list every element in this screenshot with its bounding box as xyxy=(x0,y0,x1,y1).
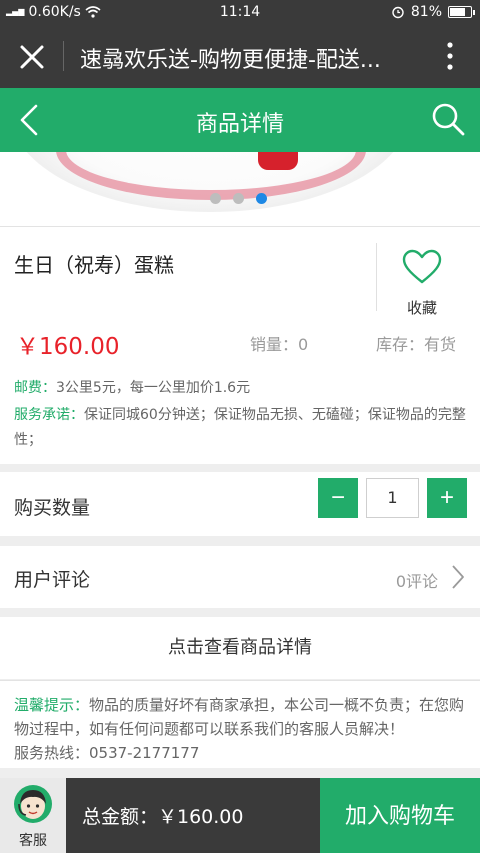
service-hotline: 服务热线：0537-2177177 xyxy=(14,744,200,762)
app-bar: 商品详情 xyxy=(0,88,480,152)
customer-service-button[interactable]: 客服 xyxy=(0,778,66,853)
promise-label: 服务承诺： xyxy=(14,407,84,423)
alarm-icon xyxy=(392,6,404,19)
favorite-button[interactable]: 收藏 xyxy=(380,245,464,325)
page-title: 商品详情 xyxy=(195,112,284,137)
shipping-label: 邮费： xyxy=(14,380,56,396)
favorite-label: 收藏 xyxy=(406,299,437,317)
quantity-input[interactable]: 1 xyxy=(366,478,419,518)
service-label: 客服 xyxy=(19,833,47,849)
cake-ribbon-decoration xyxy=(258,152,298,170)
product-card: 生日（祝寿）蛋糕 收藏 ￥160.00 销量：0 库存：有货 邮费：3公里5元，… xyxy=(0,226,480,464)
favorite-divider xyxy=(376,243,377,311)
reviews-count: 0评论 xyxy=(395,572,438,591)
search-icon[interactable] xyxy=(430,101,466,137)
more-icon[interactable] xyxy=(438,39,462,73)
tips-notice: 温馨提示：物品的质量好坏有商家承担，本公司一概不负责；在您购物过程中，如有任何问… xyxy=(0,680,480,768)
close-icon[interactable] xyxy=(14,39,50,75)
quantity-decrease-button[interactable]: − xyxy=(318,478,358,518)
carousel-dot[interactable] xyxy=(210,193,221,204)
header-divider xyxy=(63,41,64,71)
product-name: 生日（祝寿）蛋糕 xyxy=(14,253,174,277)
tips-label: 温馨提示： xyxy=(14,696,90,714)
browser-title: 速骉欢乐送-购物更便捷-配送... xyxy=(80,48,381,73)
carousel-dots xyxy=(210,193,267,204)
status-right: 81% xyxy=(391,4,475,20)
status-bar: ▂▄▆ 0.60K/s 11:14 81% xyxy=(0,0,480,25)
heart-icon xyxy=(402,249,442,284)
quantity-label: 购买数量 xyxy=(14,497,91,519)
product-price: ￥160.00 xyxy=(16,334,120,360)
battery-fill xyxy=(450,8,465,16)
quantity-increase-button[interactable]: + xyxy=(427,478,467,518)
shipping-text: 3公里5元，每一公里加价1.6元 xyxy=(56,380,251,396)
product-image-carousel[interactable] xyxy=(0,152,480,226)
carousel-dot-active[interactable] xyxy=(256,193,267,204)
add-to-cart-button[interactable]: 加入购物车 xyxy=(320,778,480,853)
carousel-dot[interactable] xyxy=(233,193,244,204)
browser-header: 速骉欢乐送-购物更便捷-配送... xyxy=(0,25,480,88)
service-avatar-icon xyxy=(14,785,52,823)
reviews-label: 用户评论 xyxy=(14,569,91,591)
total-amount: 总金额：￥160.00 xyxy=(82,806,244,828)
product-stock: 库存：有货 xyxy=(376,335,457,354)
user-reviews-row[interactable]: 用户评论 0评论 xyxy=(0,546,480,608)
battery-icon xyxy=(448,6,475,18)
battery-percent: 81% xyxy=(410,4,442,20)
service-promise: 服务承诺：保证同城60分钟送；保证物品无损、无磕碰；保证物品的完整性； xyxy=(14,403,468,453)
bottom-action-bar: 客服 总金额：￥160.00 加入购物车 xyxy=(0,778,480,853)
shipping-info: 邮费：3公里5元，每一公里加价1.6元 xyxy=(14,377,250,397)
quantity-row: 购买数量 − 1 + xyxy=(0,472,480,536)
product-sales: 销量：0 xyxy=(250,335,309,354)
chevron-right-icon xyxy=(452,565,464,589)
view-details-link[interactable]: 点击查看商品详情 xyxy=(0,617,480,679)
